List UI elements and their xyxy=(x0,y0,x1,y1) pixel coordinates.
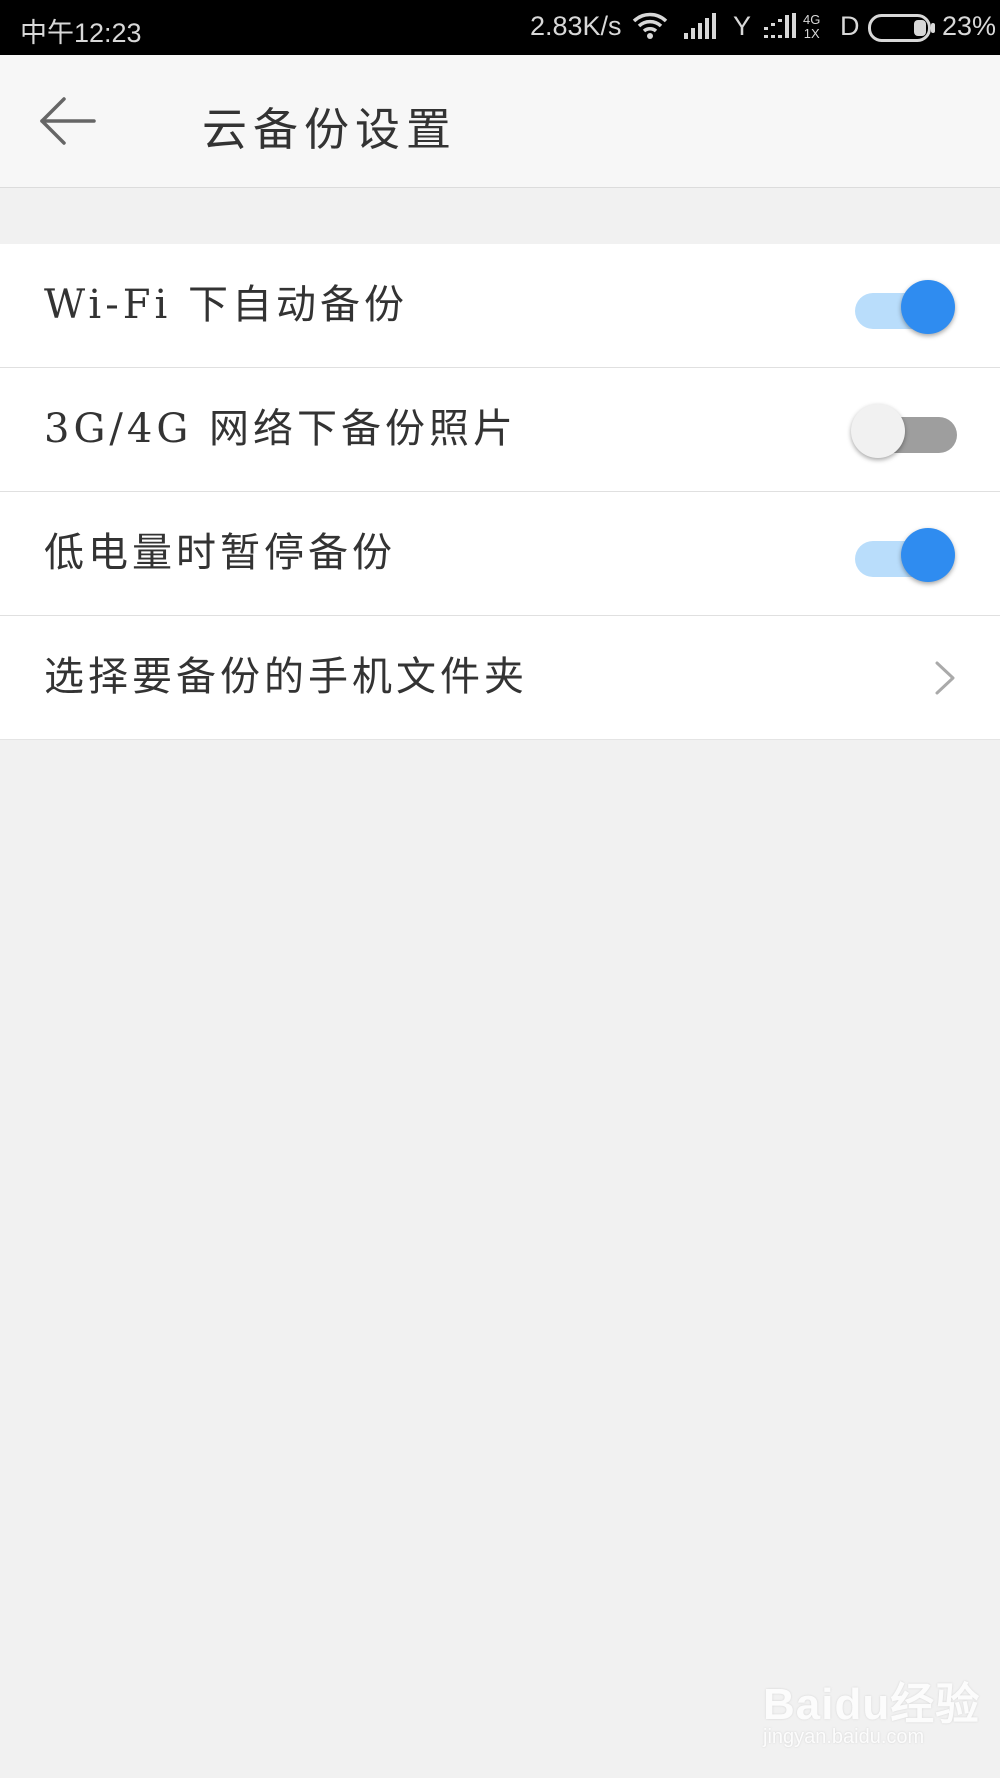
setting-label: 选择要备份的手机文件夹 xyxy=(44,654,528,700)
setting-low-battery-pause[interactable]: 低电量时暂停备份 xyxy=(0,492,1000,616)
setting-label: 低电量时暂停备份 xyxy=(44,530,396,576)
page-title: 云备份设置 xyxy=(202,103,458,156)
setting-label: 3G/4G 网络下备份照片 xyxy=(44,406,517,452)
toggle-knob xyxy=(851,404,905,458)
battery-icon xyxy=(868,14,936,47)
setting-choose-folders[interactable]: 选择要备份的手机文件夹 xyxy=(0,616,1000,740)
baidu-watermark: Baidu经验 jingyan.baidu.com xyxy=(763,1668,980,1749)
setting-label: Wi-Fi 下自动备份 xyxy=(44,282,408,328)
toggle-knob xyxy=(901,280,955,334)
status-d: D xyxy=(840,11,860,41)
watermark-brand: Baidu经验 xyxy=(763,1680,981,1729)
setting-mobile-data-backup[interactable]: 3G/4G 网络下备份照片 xyxy=(0,368,1000,492)
toggle-knob xyxy=(901,528,955,582)
signal-icon xyxy=(764,13,800,44)
wifi-auto-backup-toggle[interactable] xyxy=(855,280,955,334)
back-button[interactable] xyxy=(38,95,98,147)
network-speed: 2.83K/s xyxy=(530,11,622,41)
mobile-data-backup-toggle[interactable] xyxy=(851,404,957,458)
carrier-y: Y xyxy=(733,11,752,41)
chevron-right-icon xyxy=(934,660,956,700)
setting-wifi-auto-backup[interactable]: Wi-Fi 下自动备份 xyxy=(0,244,1000,368)
wifi-icon xyxy=(632,12,668,45)
signal-icon xyxy=(684,13,720,44)
battery-percent: 23% xyxy=(942,11,997,41)
app-header: 云备份设置 xyxy=(0,55,1000,188)
arrow-left-icon xyxy=(40,97,96,145)
low-battery-pause-toggle[interactable] xyxy=(855,528,955,582)
status-time: 中午12:23 xyxy=(20,18,142,48)
status-bar: 中午12:23 2.83K/s Y 4G 1X D 23% xyxy=(0,0,1000,55)
network-type: 4G 1X xyxy=(803,12,821,41)
settings-list: Wi-Fi 下自动备份 3G/4G 网络下备份照片 低电量时暂停备份 选择要备份… xyxy=(0,244,1000,740)
